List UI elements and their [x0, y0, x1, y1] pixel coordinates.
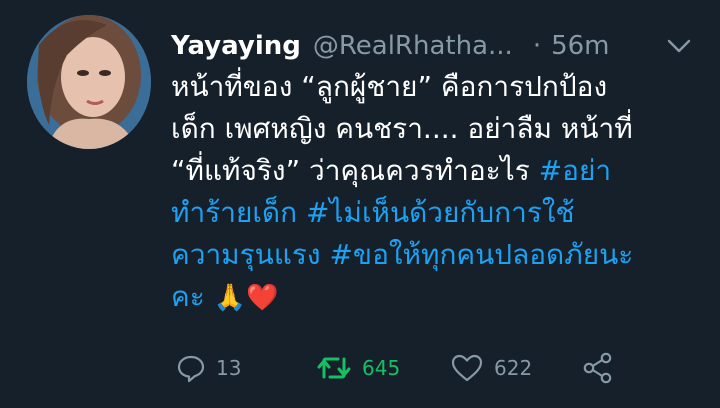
reply-button[interactable]: 13: [176, 347, 241, 389]
avatar[interactable]: [27, 15, 151, 149]
tweet-line: คะ 🙏❤️: [171, 276, 711, 319]
tweet-text: หน้าที่ของ “ลูกผู้ชาย” คือการปกป้อง เด็ก…: [171, 66, 711, 319]
emoji: 🙏❤️: [213, 283, 279, 313]
tweet-line: “ที่แท้จริง” ว่าคุณควรทำอะไร #อย่า: [171, 150, 711, 192]
tweet-actions: 13 645 622: [170, 347, 640, 389]
avatar-photo: [27, 15, 151, 149]
author-handle[interactable]: @RealRhatha...: [313, 31, 513, 61]
hashtag-link[interactable]: ทำร้ายเด็ก #ไม่เห็นด้วยกับการใช้: [171, 196, 575, 229]
heart-icon: [451, 354, 483, 382]
reply-count: 13: [216, 356, 242, 380]
retweet-icon: [317, 357, 351, 379]
author-name[interactable]: Yayaying: [171, 31, 301, 61]
hashtag-link[interactable]: #อย่า: [539, 154, 611, 187]
tweet-text-segment: “ที่แท้จริง” ว่าคุณควรทำอะไร: [171, 154, 539, 187]
retweet-button[interactable]: 645: [316, 347, 400, 389]
tweet-line: ความรุนแรง #ขอให้ทุกคนปลอดภัยนะ: [171, 234, 711, 276]
like-count: 622: [494, 356, 533, 380]
tweet-line: ทำร้ายเด็ก #ไม่เห็นด้วยกับการใช้: [171, 192, 711, 234]
tweet-header: Yayaying @RealRhatha... · 56m: [171, 26, 692, 66]
like-button[interactable]: 622: [450, 347, 532, 389]
share-button[interactable]: [582, 347, 614, 389]
tweet-line: เด็ก เพศหญิง คนชรา.... อย่าลืม หน้าที่: [171, 108, 711, 150]
tweet-timestamp[interactable]: 56m: [551, 31, 609, 61]
hashtag-link[interactable]: ความรุนแรง #ขอให้ทุกคนปลอดภัยนะ: [171, 238, 633, 271]
retweet-count: 645: [362, 356, 401, 380]
reply-icon: [177, 355, 205, 383]
tweet-line: หน้าที่ของ “ลูกผู้ชาย” คือการปกป้อง: [171, 66, 711, 108]
tweet-text-segment: หน้าที่ของ “ลูกผู้ชาย” คือการปกป้อง: [171, 70, 608, 103]
chevron-down-icon[interactable]: [666, 34, 692, 58]
hashtag-link[interactable]: คะ: [171, 280, 205, 313]
tweet-text-segment: เด็ก เพศหญิง คนชรา.... อย่าลืม หน้าที่: [171, 112, 633, 145]
separator-dot: ·: [532, 31, 542, 61]
share-icon: [583, 352, 612, 384]
